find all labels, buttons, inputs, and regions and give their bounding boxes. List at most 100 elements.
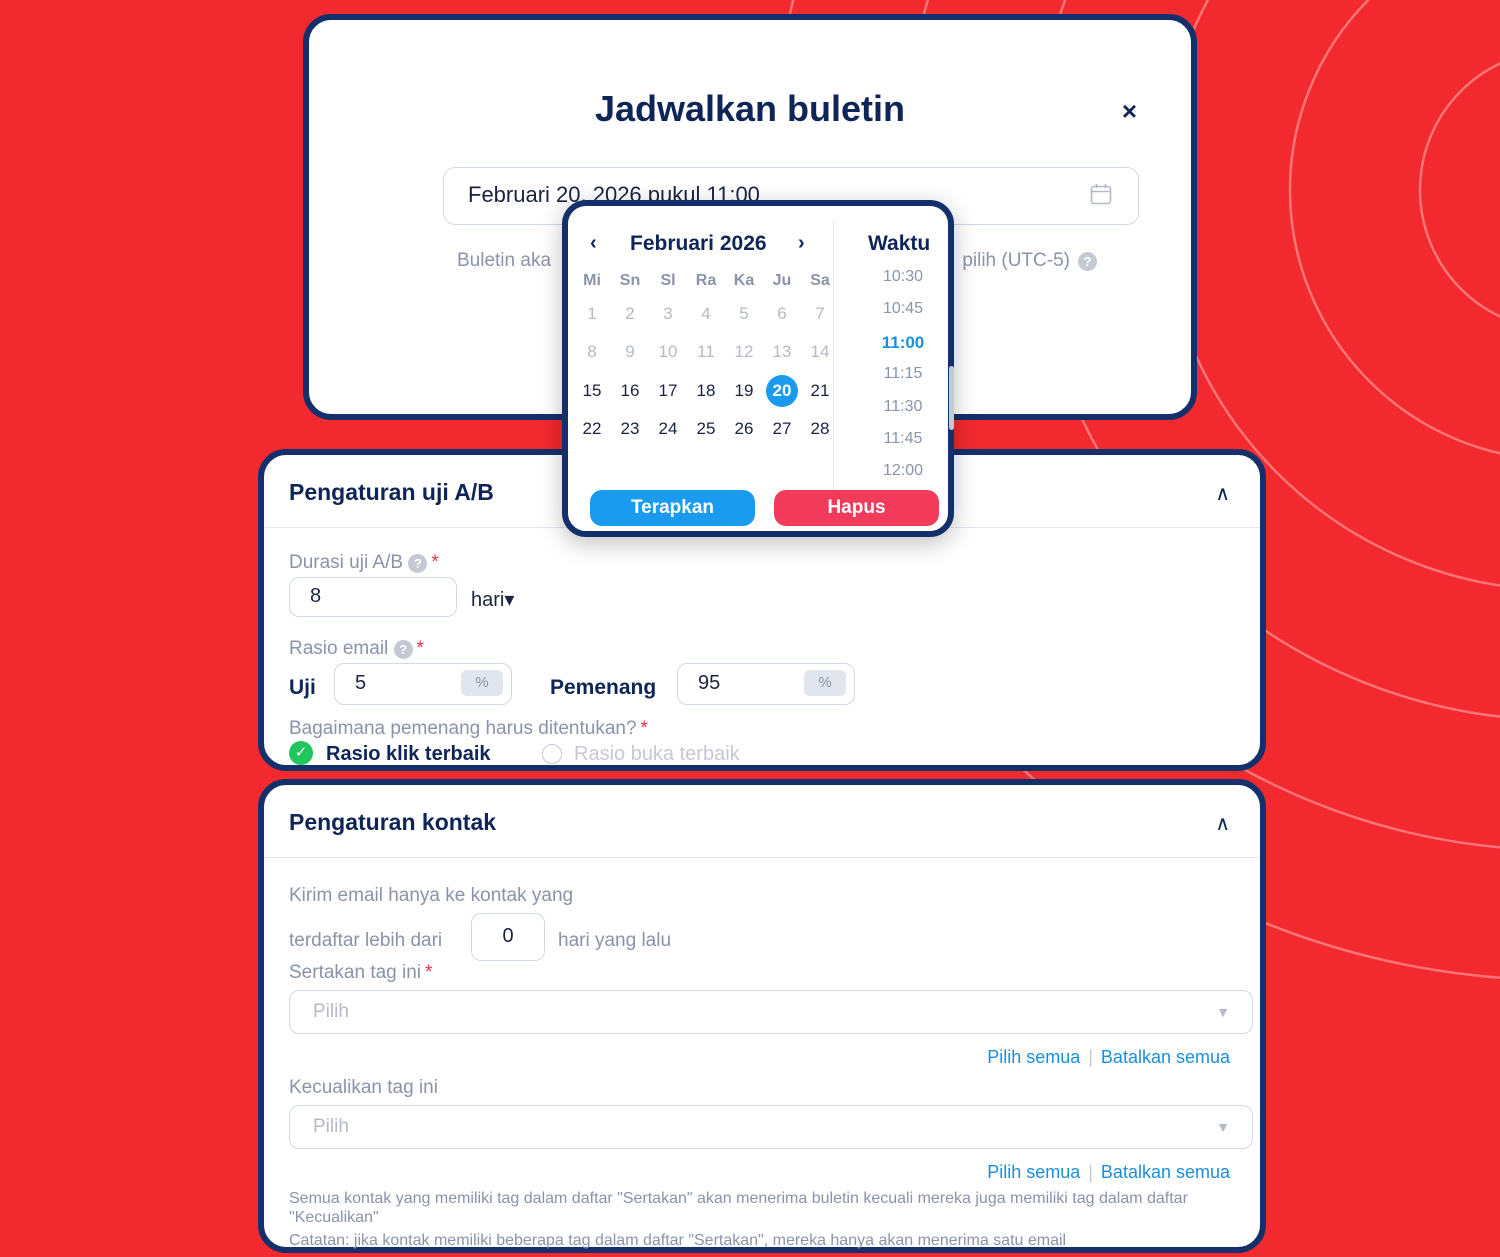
chevron-down-icon: ▼ bbox=[1216, 1004, 1230, 1020]
time-option[interactable]: 12:00 bbox=[868, 462, 938, 480]
calendar-day[interactable]: 17 bbox=[652, 375, 684, 407]
time-column-title: Waktu bbox=[868, 232, 931, 255]
weekday-label: Mi bbox=[583, 272, 601, 289]
ab-duration-input[interactable]: 8 bbox=[289, 577, 457, 617]
calendar-day: 5 bbox=[739, 304, 749, 323]
winner-criteria-label: Bagaimana pemenang harus ditentukan? * bbox=[289, 718, 648, 740]
calendar-day: 12 bbox=[734, 342, 754, 361]
calendar-month-title: Februari 2026 bbox=[630, 232, 767, 255]
link-divider: | bbox=[1088, 1162, 1093, 1182]
date-time-picker: ‹ Februari 2026 › Mi Sn Sl Ra Ka Ju Sa 1234567… bbox=[562, 200, 954, 537]
registered-days-input[interactable]: 0 bbox=[471, 913, 545, 961]
calendar-day: 8 bbox=[587, 342, 597, 361]
calendar-day: 3 bbox=[663, 304, 673, 323]
calendar-day[interactable]: 21 bbox=[804, 375, 836, 407]
percent-suffix: % bbox=[461, 670, 503, 696]
calendar-day: 4 bbox=[701, 304, 711, 323]
tags-single-email-note: Catatan: jika kontak memiliki beberapa t… bbox=[289, 1232, 1067, 1249]
ab-duration-label-text: Durasi uji A/B bbox=[289, 552, 404, 573]
exclude-tags-actions: Pilih semua | Batalkan semua bbox=[987, 1162, 1230, 1183]
registered-suffix-label: hari yang lalu bbox=[558, 930, 672, 951]
calendar-day: 11 bbox=[697, 342, 715, 361]
exclude-deselect-all-link[interactable]: Batalkan semua bbox=[1101, 1162, 1230, 1182]
timezone-note-end: pilih (UTC-5) ? bbox=[962, 250, 1097, 272]
required-marker: * bbox=[425, 962, 433, 983]
calendar-icon[interactable] bbox=[1090, 183, 1112, 205]
calendar-day: 13 bbox=[772, 342, 792, 361]
chevron-up-icon[interactable]: ∧ bbox=[1215, 481, 1230, 506]
help-icon[interactable]: ? bbox=[1078, 251, 1097, 271]
include-select-all-link[interactable]: Pilih semua bbox=[987, 1047, 1080, 1067]
weekday-label: Ra bbox=[695, 272, 717, 289]
calendar-day[interactable]: 27 bbox=[766, 413, 798, 445]
weekday-label: Ju bbox=[772, 272, 792, 289]
time-option[interactable]: 10:45 bbox=[868, 300, 938, 318]
timezone-note-start: Buletin aka bbox=[457, 250, 552, 271]
winner-ratio-input[interactable]: 95 % bbox=[677, 663, 855, 705]
required-marker: * bbox=[640, 718, 648, 739]
clear-button[interactable]: Hapus bbox=[774, 490, 939, 526]
picker-divider bbox=[833, 220, 834, 492]
calendar-day[interactable]: 26 bbox=[728, 413, 760, 445]
calendar-day-selected[interactable]: 20 bbox=[766, 375, 798, 407]
calendar-day: 9 bbox=[625, 342, 635, 361]
time-option-selected[interactable]: 11:00 bbox=[868, 333, 938, 353]
include-tags-select[interactable]: Pilih ▼ bbox=[289, 990, 1253, 1034]
calendar-day[interactable]: 16 bbox=[614, 375, 646, 407]
calendar-day[interactable]: 18 bbox=[690, 375, 722, 407]
calendar-day: 7 bbox=[815, 304, 825, 323]
winner-ratio-value: 95 bbox=[698, 672, 721, 694]
time-option[interactable]: 11:30 bbox=[868, 398, 938, 416]
help-icon[interactable]: ? bbox=[393, 640, 413, 659]
section-title: Pengaturan kontak bbox=[289, 809, 497, 835]
send-only-label: Kirim email hanya ke kontak yang bbox=[289, 885, 574, 906]
calendar-day: 2 bbox=[625, 304, 635, 323]
include-tags-label-text: Sertakan tag ini bbox=[289, 962, 422, 983]
test-ratio-value: 5 bbox=[355, 672, 367, 694]
calendar-day[interactable]: 23 bbox=[614, 413, 646, 445]
apply-button[interactable]: Terapkan bbox=[590, 490, 755, 526]
include-tags-label: Sertakan tag ini * bbox=[289, 962, 432, 984]
radio-checked-icon[interactable]: ✓ bbox=[289, 741, 313, 765]
timezone-label: pilih (UTC-5) bbox=[962, 250, 1070, 271]
time-option[interactable]: 10:30 bbox=[868, 268, 938, 286]
winner-ratio-label: Pemenang bbox=[550, 676, 657, 699]
section-title: Pengaturan uji A/B bbox=[289, 479, 494, 505]
chevron-up-icon[interactable]: ∧ bbox=[1215, 811, 1230, 836]
calendar-day[interactable]: 24 bbox=[652, 413, 684, 445]
winner-criteria-text: Bagaimana pemenang harus ditentukan? bbox=[289, 718, 637, 739]
percent-suffix: % bbox=[804, 670, 846, 696]
weekday-label: Ka bbox=[733, 272, 755, 289]
time-option[interactable]: 11:15 bbox=[868, 365, 938, 383]
help-icon[interactable]: ? bbox=[408, 554, 428, 573]
contact-settings-panel: Pengaturan kontak ∧ Kirim email hanya ke… bbox=[258, 779, 1266, 1253]
prev-month-icon[interactable]: ‹ bbox=[590, 232, 597, 255]
tags-explanation-note: Semua kontak yang memiliki tag dalam daf… bbox=[289, 1190, 1188, 1226]
duration-unit-dropdown[interactable]: hari▾ bbox=[471, 587, 514, 612]
registered-prefix-label: terdaftar lebih dari bbox=[289, 930, 443, 951]
include-tags-placeholder: Pilih bbox=[313, 1001, 349, 1022]
contact-settings-header[interactable]: Pengaturan kontak ∧ bbox=[264, 785, 1260, 858]
option-best-click-rate[interactable]: Rasio klik terbaik bbox=[326, 743, 491, 766]
email-ratio-label: Rasio email ? * bbox=[289, 638, 424, 660]
test-ratio-input[interactable]: 5 % bbox=[334, 663, 512, 705]
modal-title: Jadwalkan buletin bbox=[594, 88, 906, 129]
calendar-day[interactable]: 25 bbox=[690, 413, 722, 445]
close-icon[interactable]: × bbox=[1122, 96, 1137, 127]
exclude-tags-select[interactable]: Pilih ▼ bbox=[289, 1105, 1253, 1149]
include-deselect-all-link[interactable]: Batalkan semua bbox=[1101, 1047, 1230, 1067]
weekday-label: Sl bbox=[660, 272, 676, 289]
calendar-day[interactable]: 28 bbox=[804, 413, 836, 445]
chevron-down-icon: ▼ bbox=[1216, 1119, 1230, 1135]
exclude-select-all-link[interactable]: Pilih semua bbox=[987, 1162, 1080, 1182]
calendar-day[interactable]: 15 bbox=[576, 375, 608, 407]
next-month-icon[interactable]: › bbox=[798, 232, 805, 255]
radio-unchecked-icon[interactable] bbox=[542, 744, 562, 764]
exclude-tags-placeholder: Pilih bbox=[313, 1116, 349, 1137]
calendar-day[interactable]: 19 bbox=[728, 375, 760, 407]
option-best-open-rate[interactable]: Rasio buka terbaik bbox=[574, 743, 740, 766]
calendar-day[interactable]: 22 bbox=[576, 413, 608, 445]
calendar-day: 6 bbox=[777, 304, 787, 323]
time-list-scrollbar[interactable] bbox=[949, 366, 954, 430]
time-option[interactable]: 11:45 bbox=[868, 430, 938, 448]
